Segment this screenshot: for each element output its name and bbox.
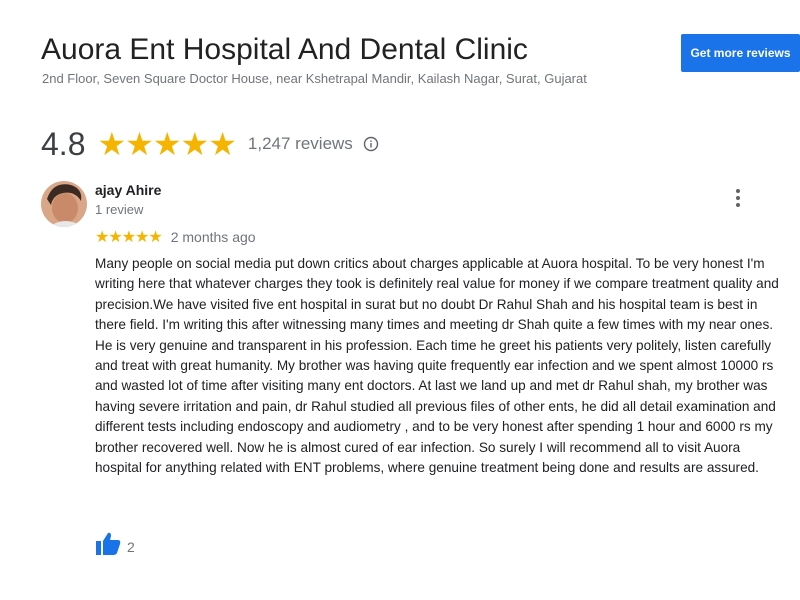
rating-value: 4.8 [41, 125, 86, 162]
like-button[interactable]: 2 [95, 532, 135, 561]
rating-summary: 4.8 ★★★★★ 1,247 reviews [41, 124, 379, 164]
more-vert-icon[interactable] [728, 186, 748, 210]
like-count: 2 [127, 538, 135, 555]
info-icon[interactable] [363, 136, 379, 152]
business-address: 2nd Floor, Seven Square Doctor House, ne… [42, 71, 587, 86]
review-rating: ★★★★★ 2 months ago [95, 227, 256, 247]
rating-stars: ★★★★★ [97, 126, 236, 162]
reviewer-review-count: 1 review [95, 202, 144, 217]
review-stars: ★★★★★ [95, 229, 163, 246]
reviewer-name[interactable]: ajay Ahire [95, 182, 161, 198]
review-date: 2 months ago [170, 229, 256, 245]
review-count-link[interactable]: 1,247 reviews [248, 134, 353, 154]
get-more-reviews-button[interactable]: Get more reviews [681, 34, 800, 72]
review-text: Many people on social media put down cri… [95, 256, 779, 476]
reviewer-avatar[interactable] [41, 181, 87, 227]
business-name: Auora Ent Hospital And Dental Clinic [41, 33, 528, 66]
thumbs-up-icon[interactable] [95, 532, 121, 561]
